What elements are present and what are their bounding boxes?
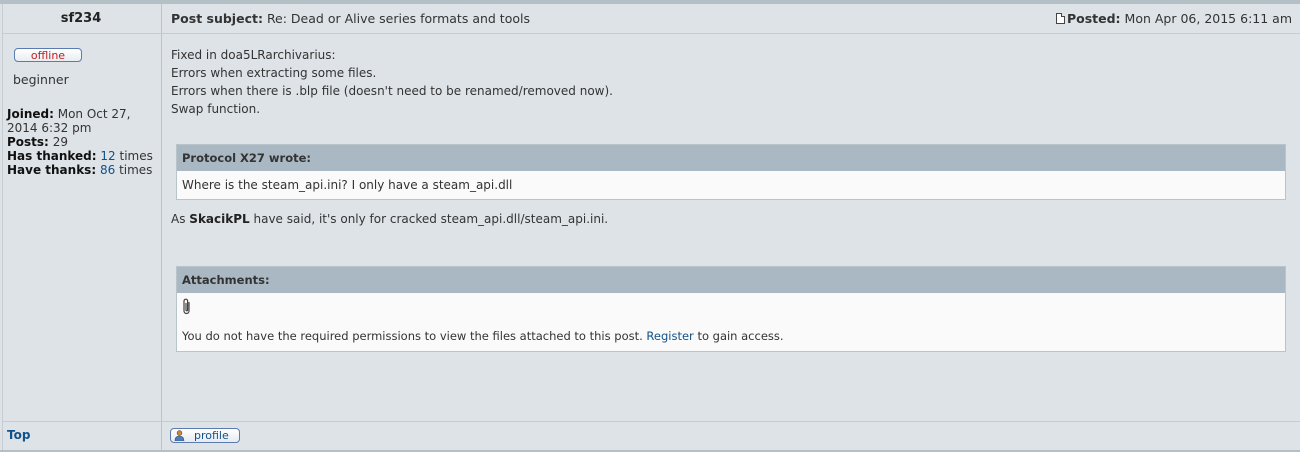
- quote-text: Where is the steam_api.ini? I only have …: [182, 178, 513, 192]
- top-border: [0, 0, 1300, 4]
- reply-name: SkacikPL: [189, 212, 250, 226]
- reply-text: have said, it's only for cracked steam_a…: [253, 212, 609, 226]
- joined-label: Joined:: [7, 107, 54, 121]
- body-line: Swap function.: [171, 102, 261, 116]
- has-thanked-suffix: times: [119, 149, 153, 163]
- post-subject: Post subject: Re: Dead or Alive series f…: [171, 5, 530, 33]
- register-link[interactable]: Register: [646, 329, 693, 343]
- joined-line: Joined: Mon Oct 27, 2014 6:32 pm: [7, 107, 157, 135]
- have-thanks-suffix: times: [119, 163, 153, 177]
- attachments-message-suffix: to gain access.: [697, 329, 784, 343]
- has-thanked-label: Has thanked:: [7, 149, 97, 163]
- top-link[interactable]: Top: [7, 428, 30, 442]
- reply-prefix: As: [171, 212, 186, 226]
- post-reply-text: As SkacikPL have said, it's only for cra…: [171, 210, 608, 228]
- posts-value: 29: [52, 135, 68, 149]
- attachments-header: Attachments:: [177, 267, 1285, 293]
- paperclip-icon: [183, 298, 190, 315]
- have-thanks-link[interactable]: 86: [100, 163, 115, 177]
- post-body: Fixed in doa5LRarchivarius: Errors when …: [171, 46, 613, 118]
- posted-value: Mon Apr 06, 2015 6:11 am: [1124, 11, 1292, 26]
- profile-info: Joined: Mon Oct 27, 2014 6:32 pm Posts: …: [7, 107, 157, 177]
- body-line: Errors when there is .blp file (doesn't …: [171, 84, 613, 98]
- posts-label: Posts:: [7, 135, 49, 149]
- profile-button[interactable]: profile: [170, 428, 240, 443]
- post-date: Posted: Mon Apr 06, 2015 6:11 am: [1055, 5, 1292, 33]
- posts-line: Posts: 29: [7, 135, 157, 149]
- have-thanks-line: Have thanks: 86 times: [7, 163, 157, 177]
- quote-author: Protocol X27 wrote:: [177, 145, 1285, 171]
- person-icon: [174, 430, 185, 441]
- body-line: Fixed in doa5LRarchivarius:: [171, 48, 336, 62]
- attachments-message-prefix: You do not have the required permissions…: [182, 329, 643, 343]
- quote-box: Protocol X27 wrote: Where is the steam_a…: [176, 144, 1286, 200]
- author-name[interactable]: sf234: [2, 5, 160, 33]
- has-thanked-line: Has thanked: 12 times: [7, 149, 157, 163]
- have-thanks-label: Have thanks:: [7, 163, 97, 177]
- attachments-box: Attachments: You do not have the require…: [176, 266, 1286, 352]
- document-icon[interactable]: [1055, 13, 1065, 24]
- author-column: [2, 4, 162, 450]
- subject-text: Re: Dead or Alive series formats and too…: [266, 11, 530, 26]
- user-rank: beginner: [13, 72, 69, 87]
- body-line: Errors when extracting some files.: [171, 66, 377, 80]
- status-badge: offline: [14, 48, 82, 62]
- posted-label: Posted:: [1066, 11, 1121, 26]
- profile-button-label: profile: [194, 429, 229, 442]
- attachments-message: You do not have the required permissions…: [182, 329, 784, 343]
- subject-label: Post subject:: [171, 11, 263, 26]
- has-thanked-link[interactable]: 12: [100, 149, 115, 163]
